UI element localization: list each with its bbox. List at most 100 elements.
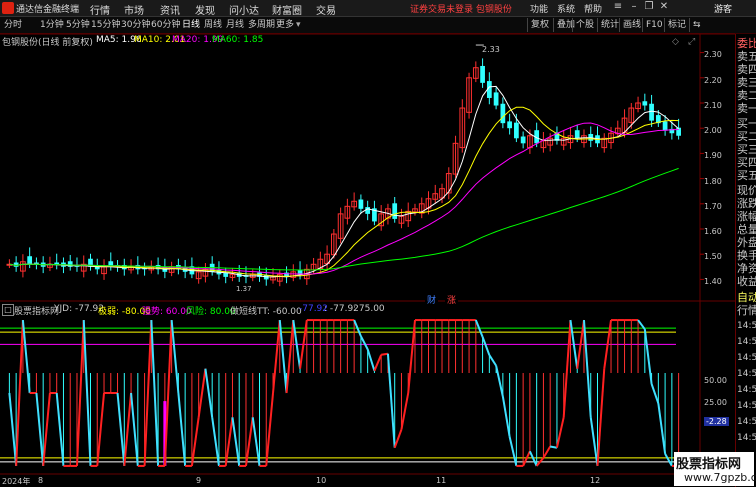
indicator-line — [150, 320, 160, 466]
expand-icon: ⤢ — [687, 37, 695, 47]
quote-row: 涨跌 — [737, 197, 756, 210]
tick-time: 14:50 — [737, 337, 756, 347]
indicator-line — [386, 353, 396, 448]
indicator-line — [55, 392, 65, 467]
candle-body-down — [27, 256, 33, 265]
price-tick: 2.20 — [704, 76, 722, 85]
x-tick: 11 — [436, 476, 447, 485]
indicator-line — [522, 450, 531, 467]
x-tick: 10 — [316, 476, 327, 485]
tick-time: 14:50 — [737, 369, 756, 379]
indicator-series — [0, 319, 680, 467]
ma-lines — [9, 85, 679, 278]
indicator-yjd: YJD: -77.92 — [54, 304, 104, 314]
indicator-line — [650, 383, 660, 404]
indicator-line — [495, 365, 504, 397]
x-tick: 8 — [38, 476, 44, 485]
indicator-line — [400, 392, 410, 430]
x-tick: 12 — [590, 476, 601, 485]
candle-body-down — [676, 127, 681, 136]
indicator-line — [265, 392, 275, 467]
candle-body-down — [514, 122, 519, 139]
indicator-line — [42, 392, 51, 467]
indicator-line — [657, 403, 667, 454]
indicator-line — [373, 354, 383, 372]
candle-body-down — [662, 121, 668, 131]
tick-time: 14:50 — [737, 401, 756, 411]
indicator-line — [481, 336, 491, 356]
tick-time: 14:50 — [737, 433, 756, 443]
indicator-line — [582, 319, 592, 418]
x-tick: 9 — [196, 476, 202, 485]
quote-row: 卖四 — [737, 63, 756, 76]
quote-row: 买二 — [737, 130, 756, 143]
indicator-line — [542, 445, 552, 459]
ma20-line — [9, 122, 679, 275]
candle-body-down — [507, 121, 512, 129]
candle-body-down — [13, 262, 19, 267]
price-tick: 2.30 — [704, 50, 722, 59]
indicator-line — [407, 319, 416, 394]
candle-body-down — [365, 207, 371, 214]
quote-row: 买五 — [737, 169, 756, 182]
kline-chart[interactable]: ◇ ⤢ — [0, 0, 756, 487]
auto-label[interactable]: 自动 — [737, 291, 756, 304]
indicator-tick: 25.00 — [704, 398, 727, 407]
indicator-risk: 风险: 80.00 — [186, 307, 236, 317]
indicator-line — [177, 392, 187, 467]
indicator-settings-icon[interactable]: □ — [2, 304, 14, 316]
tick-time: 14:50 — [737, 353, 756, 363]
indicator-line — [488, 354, 497, 367]
price-tick: 1.60 — [704, 227, 722, 236]
candle-body-down — [649, 103, 654, 121]
indicator-line — [170, 319, 180, 394]
indicator-line — [123, 392, 133, 467]
indicator-line — [562, 319, 572, 418]
indicator-tick: 50.00 — [704, 376, 727, 385]
quote-row: 总量 — [737, 223, 756, 236]
indicator-value-c: : 75.00 — [353, 304, 385, 314]
indicator-line — [96, 392, 106, 467]
quote-tab[interactable]: 行情 — [737, 304, 756, 317]
quote-row: 外盘 — [737, 236, 756, 249]
quote-row: 净资 — [737, 262, 756, 275]
indicator-line — [75, 320, 85, 466]
indicator-line — [231, 417, 241, 467]
indicator-line — [278, 319, 288, 394]
quote-row: 现价 — [737, 184, 756, 197]
quote-row: 卖二 — [737, 89, 756, 102]
indicator-name[interactable]: 股票指标网 — [14, 304, 59, 317]
indicator-line — [528, 450, 538, 467]
indicator-line — [664, 453, 673, 467]
indicator-line — [381, 352, 389, 356]
indicator-line — [550, 445, 558, 449]
quote-row: 卖三 — [737, 76, 756, 89]
watermark-url: www.7gpzb.com — [684, 471, 756, 484]
indicator-line — [224, 417, 234, 467]
quote-row: 买四 — [737, 156, 756, 169]
tick-time: 14:50 — [737, 417, 756, 427]
quote-row: 卖一 — [737, 102, 756, 115]
indicator-line — [285, 319, 295, 394]
candlestick-series — [6, 44, 681, 287]
finance-badge[interactable]: 财 — [425, 293, 439, 306]
candle-body-down — [642, 101, 648, 106]
indicator-line — [163, 320, 173, 466]
indicator-line — [130, 392, 139, 467]
candle-body-down — [493, 92, 499, 106]
rise-badge[interactable]: 涨 — [445, 293, 459, 306]
indicator-line — [555, 417, 565, 448]
indicator-line — [272, 319, 281, 394]
candle-body-down — [480, 65, 485, 83]
indicator-line — [251, 417, 261, 467]
indicator-current-tick: -2.28 — [704, 417, 729, 426]
tick-time: 14:50 — [737, 321, 756, 331]
indicator-line — [244, 417, 254, 467]
ma5-line — [9, 85, 679, 278]
price-tick: 2.10 — [704, 101, 722, 110]
site-watermark: 股票指标网 www.7gpzb.com — [674, 452, 756, 486]
quote-row: 买一 — [737, 117, 756, 130]
candle-body-down — [500, 103, 506, 124]
tick-time: 14:50 — [737, 385, 756, 395]
ma60-line — [9, 167, 679, 271]
